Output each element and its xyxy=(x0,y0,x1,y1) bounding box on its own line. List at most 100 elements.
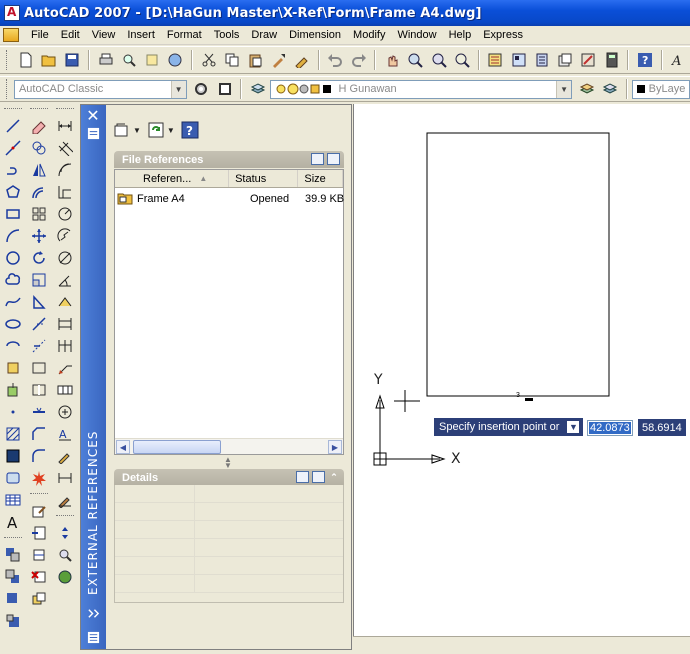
toolbar-grip[interactable] xyxy=(6,50,9,70)
preview-view-icon[interactable] xyxy=(312,471,325,483)
layer-combo[interactable]: H Gunawan ▼ xyxy=(269,79,573,99)
help-button[interactable]: ? xyxy=(180,119,200,141)
multiline-text-icon[interactable]: A xyxy=(2,511,24,533)
quick-leader-icon[interactable] xyxy=(54,357,76,379)
scale-icon[interactable] xyxy=(28,269,50,291)
coord-x-field[interactable]: 42.0873 xyxy=(587,419,633,436)
scroll-right-icon[interactable]: ▶ xyxy=(328,440,342,454)
options-down-arrow-icon[interactable]: ▼ xyxy=(567,421,580,433)
undo-icon[interactable] xyxy=(325,49,346,71)
collapse-icon[interactable]: ⌃ xyxy=(328,471,340,483)
stretch-icon[interactable] xyxy=(28,291,50,313)
column-header-status[interactable]: Status xyxy=(229,170,299,187)
layer-previous-icon[interactable] xyxy=(599,78,620,100)
move-icon[interactable] xyxy=(28,225,50,247)
make-block-icon[interactable] xyxy=(2,379,24,401)
scroll-thumb[interactable] xyxy=(133,440,221,454)
edit-text-icon[interactable] xyxy=(28,500,50,522)
horizontal-scrollbar[interactable]: ◀ ▶ xyxy=(115,438,343,454)
attach-dwg-button[interactable]: ▼ xyxy=(112,119,142,141)
trim-icon[interactable] xyxy=(28,313,50,335)
toolbar-grip[interactable] xyxy=(4,537,22,540)
block-editor-icon[interactable] xyxy=(291,49,312,71)
mirror-icon[interactable] xyxy=(28,159,50,181)
quick-dimension-icon[interactable] xyxy=(54,291,76,313)
menu-view[interactable]: View xyxy=(86,29,122,41)
menu-modify[interactable]: Modify xyxy=(347,29,391,41)
dimension-style-icon[interactable] xyxy=(54,489,76,511)
ellipse-icon[interactable] xyxy=(2,313,24,335)
details-header[interactable]: Details ⌃ xyxy=(114,469,344,486)
break-icon[interactable] xyxy=(28,379,50,401)
properties-icon[interactable] xyxy=(485,49,506,71)
palette-title-strip[interactable]: ✕ EXTERNAL REFERENCES xyxy=(81,105,106,649)
workspace-toolbar-icon[interactable] xyxy=(214,78,235,100)
dimension-update-icon[interactable] xyxy=(54,467,76,489)
continue-dimension-icon[interactable] xyxy=(54,335,76,357)
explode-icon[interactable] xyxy=(28,467,50,489)
toolbar-grip[interactable] xyxy=(56,515,74,518)
calculator-icon[interactable] xyxy=(601,49,622,71)
menu-edit[interactable]: Edit xyxy=(55,29,86,41)
zoom-previous-icon[interactable] xyxy=(451,49,472,71)
region-icon[interactable] xyxy=(2,467,24,489)
hyperlink-icon[interactable] xyxy=(54,566,76,588)
ordinate-dimension-icon[interactable] xyxy=(54,181,76,203)
menu-format[interactable]: Format xyxy=(161,29,208,41)
make-object-layer-current-icon[interactable] xyxy=(576,78,597,100)
scroll-left-icon[interactable]: ◀ xyxy=(116,440,130,454)
chevron-down-icon[interactable]: ▼ xyxy=(556,80,572,98)
column-header-size[interactable]: Size xyxy=(298,170,343,187)
angular-dimension-icon[interactable] xyxy=(54,269,76,291)
properties-menu-icon[interactable] xyxy=(86,127,101,141)
baseline-dimension-icon[interactable] xyxy=(54,313,76,335)
revision-cloud-icon[interactable] xyxy=(2,269,24,291)
linear-dimension-icon[interactable] xyxy=(54,115,76,137)
save-icon[interactable] xyxy=(62,49,83,71)
detach-xref-icon[interactable] xyxy=(28,566,50,588)
polygon-icon[interactable] xyxy=(2,181,24,203)
plot-preview-icon[interactable] xyxy=(118,49,139,71)
copy-object-icon[interactable] xyxy=(28,137,50,159)
ellipse-arc-icon[interactable] xyxy=(2,335,24,357)
bind-xref-icon[interactable] xyxy=(28,588,50,610)
paste-icon[interactable] xyxy=(245,49,266,71)
arc-length-icon[interactable] xyxy=(54,159,76,181)
palette-menu-icon[interactable] xyxy=(86,631,101,645)
line-icon[interactable] xyxy=(2,115,24,137)
tolerance-icon[interactable] xyxy=(54,379,76,401)
details-view-icon[interactable] xyxy=(296,471,309,483)
help-icon[interactable]: ? xyxy=(634,49,655,71)
menu-insert[interactable]: Insert xyxy=(121,29,161,41)
circle-icon[interactable] xyxy=(2,247,24,269)
table-row[interactable]: Frame A4 Opened 39.9 KB xyxy=(115,190,344,208)
3d-dwf-icon[interactable] xyxy=(165,49,186,71)
file-references-header[interactable]: File References xyxy=(114,151,344,168)
document-icon[interactable] xyxy=(3,28,19,42)
drawing-area[interactable]: Y X 3 xyxy=(353,104,690,636)
clip-xref-icon[interactable] xyxy=(28,544,50,566)
rectangle-icon[interactable] xyxy=(2,203,24,225)
list-view-icon[interactable] xyxy=(311,153,324,165)
refresh-button[interactable]: ▼ xyxy=(146,119,176,141)
pan-icon[interactable] xyxy=(381,49,402,71)
attach-xref-icon[interactable] xyxy=(28,522,50,544)
radius-dimension-icon[interactable] xyxy=(54,203,76,225)
arc-icon[interactable] xyxy=(2,225,24,247)
hatch-icon[interactable] xyxy=(2,423,24,445)
new-icon[interactable] xyxy=(15,49,36,71)
dimension-edit-icon[interactable]: A xyxy=(54,423,76,445)
workspace-combo[interactable]: AutoCAD Classic ▼ xyxy=(13,79,187,99)
find-icon[interactable] xyxy=(54,544,76,566)
draw-order-above-icon[interactable] xyxy=(2,588,24,610)
center-mark-icon[interactable] xyxy=(54,401,76,423)
markup-set-icon[interactable] xyxy=(578,49,599,71)
menu-window[interactable]: Window xyxy=(391,29,442,41)
color-combo[interactable]: ByLaye xyxy=(631,79,690,99)
polyline-icon[interactable] xyxy=(2,159,24,181)
splitter-grip-icon[interactable]: ▲ ▼ xyxy=(224,456,232,470)
menu-help[interactable]: Help xyxy=(443,29,478,41)
point-icon[interactable] xyxy=(2,401,24,423)
erase-icon[interactable] xyxy=(28,115,50,137)
spline-icon[interactable] xyxy=(2,291,24,313)
